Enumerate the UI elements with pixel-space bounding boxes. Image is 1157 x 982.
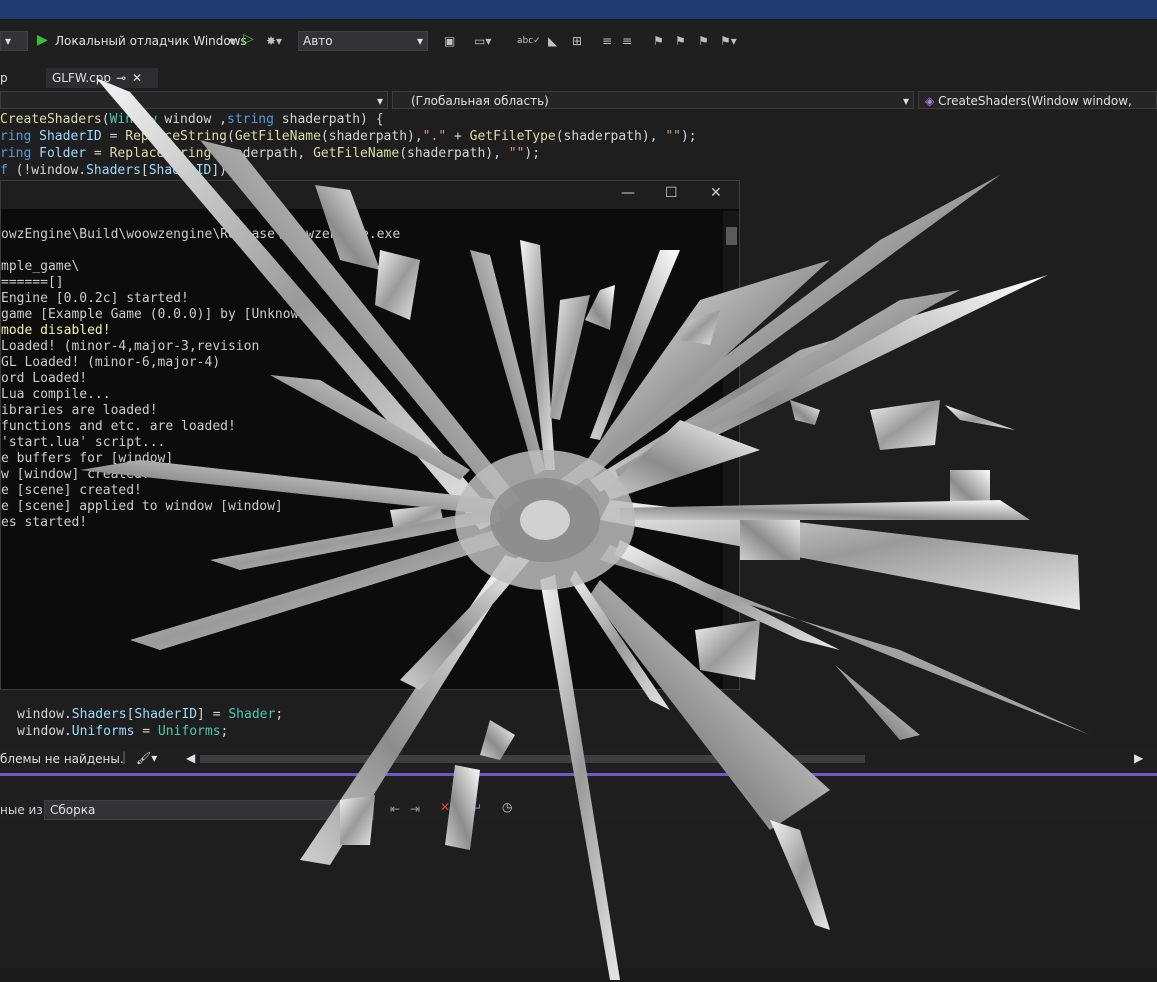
config-dropdown[interactable]: Авто ▾ <box>298 31 428 51</box>
word-wrap-icon[interactable]: ↵ <box>472 801 482 815</box>
hot-reload-icon[interactable]: ✸▾ <box>266 34 282 48</box>
folder-search-icon[interactable]: ▣ <box>444 34 455 48</box>
outdent-icon[interactable]: ≡ <box>622 34 632 48</box>
next-message-icon[interactable]: ⇥ <box>410 802 420 816</box>
spellcheck-icon[interactable]: abc✓ <box>517 34 541 48</box>
code-line: window.Shaders[ShaderID] = Shader; <box>17 707 284 722</box>
code-line: ring ShaderID = ReplaceString(GetFileNam… <box>0 129 697 144</box>
start-without-debug-icon[interactable]: ▷ <box>243 32 254 46</box>
console-line: game [Example Game (0.0.0)] by [Unknown] <box>1 307 315 322</box>
chevron-down-icon: ▾ <box>416 34 423 48</box>
chevron-down-icon: ▾ <box>376 94 383 108</box>
console-line: mple_game\ <box>1 259 80 274</box>
indent-icon[interactable]: ≡ <box>602 34 612 48</box>
console-window[interactable]: — ☐ ✕ owzEngine\Build\woowzengine\Releas… <box>0 180 740 690</box>
console-line: mode disabled! <box>1 323 111 338</box>
console-line: e [scene] applied to window [window] <box>1 499 283 514</box>
scroll-right-icon[interactable]: ▶ <box>1134 751 1143 765</box>
chevron-down-icon[interactable]: ▾ <box>229 34 235 48</box>
member-dropdown[interactable]: ◈ CreateShaders(Window window, string sh <box>918 91 1157 126</box>
console-line: owzEngine\Build\woowzengine\Release\woow… <box>1 227 401 242</box>
clear-all-icon[interactable]: ✕ <box>440 800 450 814</box>
console-line: w [window] created! <box>1 467 150 482</box>
scroll-left-icon[interactable]: ◀ <box>186 751 195 765</box>
run-target-label[interactable]: Локальный отладчик Windows <box>55 34 247 48</box>
platform-dropdown[interactable]: ▾ <box>0 31 28 51</box>
console-line: 'start.lua' script... <box>1 435 166 450</box>
scroll-thumb[interactable] <box>726 227 737 245</box>
start-debug-icon[interactable]: ▶ <box>37 33 48 47</box>
method-icon: ◈ <box>925 94 935 108</box>
problems-status[interactable]: блемы не найдены. <box>0 752 124 766</box>
panel-divider[interactable] <box>0 773 1157 776</box>
bookmark-prev-icon[interactable]: ⚑ <box>675 34 686 48</box>
bookmark-next-icon[interactable]: ⚑ <box>698 34 709 48</box>
maximize-icon[interactable]: ☐ <box>665 185 678 201</box>
console-line: GL Loaded! (minor-6,major-4) <box>1 355 221 370</box>
console-line: ibraries are loaded! <box>1 403 158 418</box>
console-title-bar[interactable]: — ☐ ✕ <box>1 181 739 209</box>
title-bar <box>0 0 1157 19</box>
bookmark-icon[interactable]: ⚑ <box>653 34 664 48</box>
code-line: window.Uniforms = Uniforms; <box>17 724 229 739</box>
project-dropdown[interactable]: ▾ <box>0 91 388 109</box>
separator: | <box>122 750 127 764</box>
output-pane[interactable] <box>0 822 1157 968</box>
console-line: ======[] <box>1 275 64 290</box>
console-line: es started! <box>1 515 88 530</box>
output-source-dropdown[interactable]: Сборка <box>44 800 374 820</box>
step-icon[interactable]: ⊞ <box>572 34 582 48</box>
tab-label: GLFW.cpp <box>52 71 112 85</box>
app-status-bar <box>0 968 1157 982</box>
pin-icon[interactable]: ⊸ <box>116 68 126 88</box>
console-line: Engine [0.0.2c] started! <box>1 291 189 306</box>
console-line: e [scene] created! <box>1 483 142 498</box>
code-line: f (!window.Shaders[ShaderID]) <box>0 163 228 178</box>
code-line: ring Folder = ReplaceString(shaderpath, … <box>0 146 541 161</box>
document-tabs <box>0 66 1157 91</box>
close-icon[interactable]: ✕ <box>132 68 142 88</box>
scope-dropdown[interactable]: (Глобальная область) ▾ <box>392 91 914 109</box>
show-output-label: ные из: <box>0 803 47 817</box>
console-line: functions and etc. are loaded! <box>1 419 236 434</box>
tab-prev[interactable]: р <box>0 68 8 88</box>
console-scrollbar[interactable] <box>723 211 739 689</box>
breakpoint-icon[interactable]: ◣ <box>548 34 557 48</box>
console-line: Lua compile... <box>1 387 111 402</box>
scope-label: (Глобальная область) <box>411 94 549 108</box>
close-icon[interactable]: ✕ <box>710 185 722 201</box>
console-line: Loaded! (minor-4,major-3,revision <box>1 339 260 354</box>
window-icon[interactable]: ▭▾ <box>474 34 491 48</box>
prev-message-icon[interactable]: ⇤ <box>390 802 400 816</box>
console-line: ord Loaded! <box>1 371 88 386</box>
console-line: e buffers for [window] <box>1 451 174 466</box>
cleanup-icon[interactable]: 🖌▾ <box>136 751 157 765</box>
config-value: Авто <box>303 34 333 48</box>
output-source-value: Сборка <box>50 803 96 817</box>
bookmark-clear-icon[interactable]: ⚑▾ <box>720 34 737 48</box>
chevron-down-icon: ▾ <box>902 94 909 108</box>
tab-glfw-cpp[interactable]: GLFW.cpp ⊸ ✕ <box>46 68 158 88</box>
minimize-icon[interactable]: — <box>621 185 635 201</box>
code-line: CreateShaders(Window window ,string shad… <box>0 112 384 127</box>
clock-icon[interactable]: ◷ <box>502 800 512 814</box>
horizontal-scrollbar[interactable] <box>200 755 865 763</box>
